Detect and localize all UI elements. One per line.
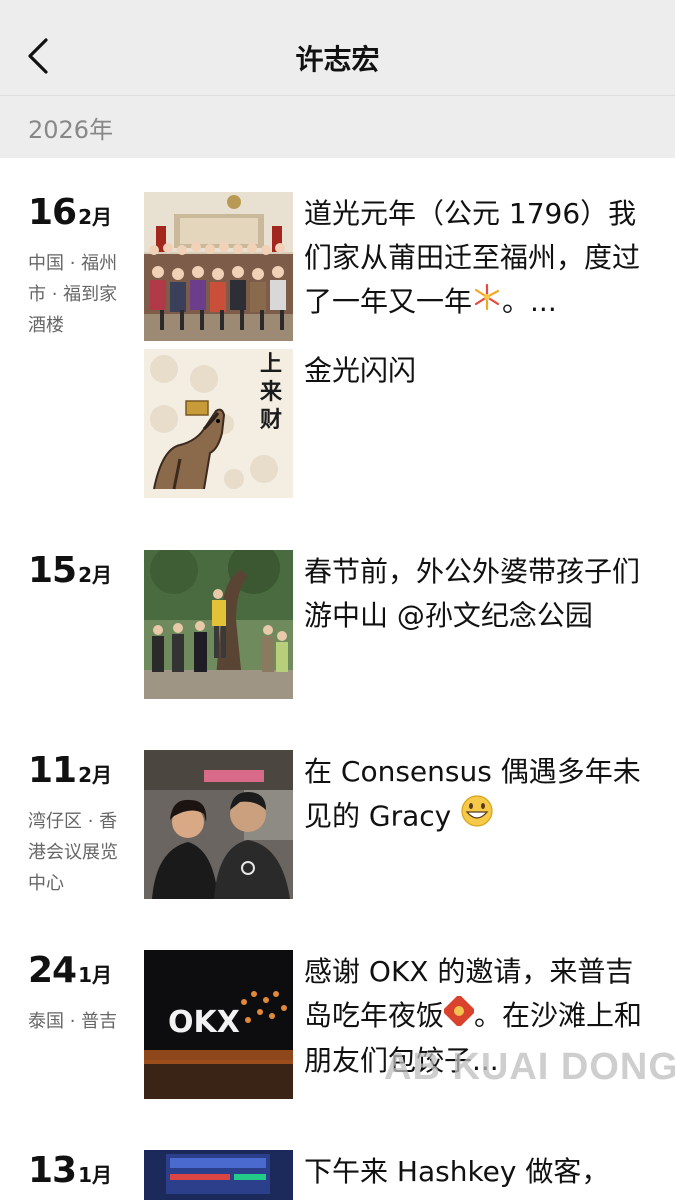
grinning-face-icon [460,794,494,841]
post-location: 泰国 · 普吉 [28,1011,118,1032]
post-day: 15 [28,550,77,591]
post-date: 11 2月 [28,750,112,791]
page-title: 许志宏 [295,43,380,76]
post-text[interactable]: 金光闪闪 [304,349,644,393]
painting-text-1: 上 [260,351,282,377]
fireworks-icon [472,281,502,324]
post-text[interactable]: 在 Consensus 偶遇多年未见的 Gracy [304,750,644,841]
post-date: 24 1月 [28,950,112,991]
post-thumbnail[interactable] [144,750,293,899]
watermark: AB KUAI DONG [384,1046,675,1088]
post-text-body: 下午来 Hashkey 做客， [304,1155,610,1188]
post-location: 湾仔区 · 香港会议展览中心 [28,811,118,894]
red-envelope-icon [442,994,476,1039]
post-thumbnail[interactable] [144,1150,293,1200]
park-tree-group-photo [144,550,293,699]
post-text[interactable]: 道光元年（公元 1796）我们家从莆田迁至福州，度过了一年又一年。... [304,192,644,324]
post-date: 15 2月 [28,550,112,591]
okx-logo-text: OKX [168,1005,240,1040]
post-thumbnail[interactable]: 上 来 财 [144,349,293,498]
post-day: 11 [28,750,77,791]
post-text-ellipsis: 。... [502,285,557,318]
family-group-photo [144,192,293,341]
post-day: 16 [28,192,77,233]
post-text-body: 春节前，外公外婆带孩子们游中山 @孙文纪念公园 [304,555,641,632]
post-text[interactable]: 下午来 Hashkey 做客， [304,1150,644,1194]
year-label: 2026年 [28,116,114,144]
post-month: 1月 [78,963,113,987]
post-month: 2月 [78,763,113,787]
post-day: 13 [28,1150,77,1191]
painting-text-3: 财 [260,407,282,433]
post-location: 中国 · 福州市 · 福到家酒楼 [28,253,118,336]
navigation-bar: 许志宏 [0,0,675,96]
stock-ticker-screen-photo [144,1150,293,1200]
post-thumbnail[interactable] [144,550,293,699]
year-header: 2026年 [0,96,675,158]
post-month: 1月 [78,1163,113,1187]
post-date: 16 2月 [28,192,112,233]
horse-fortune-painting: 上 来 财 [144,349,293,498]
post-month: 2月 [78,563,113,587]
post-thumbnail[interactable]: OKX [144,950,293,1099]
post-date: 13 1月 [28,1150,112,1191]
post-day: 24 [28,950,77,991]
post-month: 2月 [78,205,113,229]
painting-text-2: 来 [259,379,283,405]
post-thumbnail[interactable] [144,192,293,341]
okx-beach-night-photo: OKX [144,950,293,1099]
post-text-body: 金光闪闪 [304,354,417,387]
two-people-photo [144,750,293,899]
post-text[interactable]: 春节前，外公外婆带孩子们游中山 @孙文纪念公园 [304,550,644,638]
